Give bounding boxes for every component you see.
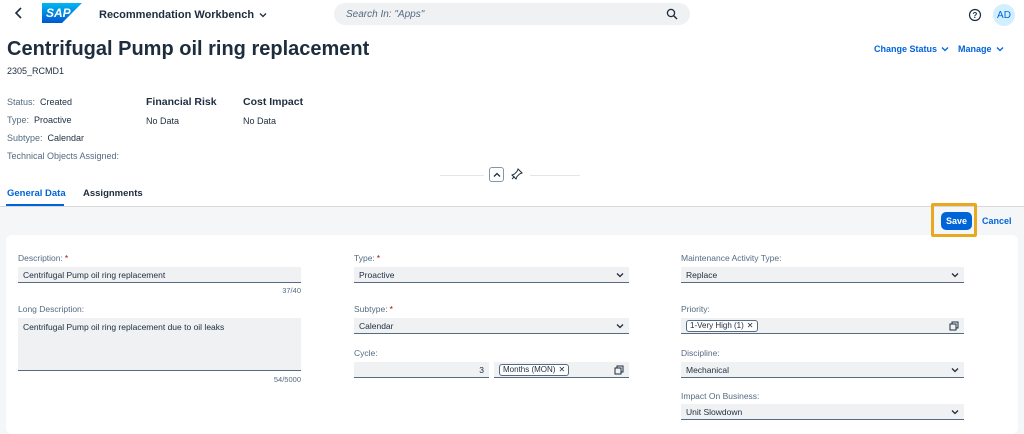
shell-bar: SAP Recommendation Workbench Search In: …	[0, 0, 1024, 31]
manage-button[interactable]: Manage	[958, 44, 1004, 54]
status-label: Status:	[7, 97, 36, 107]
long-description-value: Centrifugal Pump oil ring replacement du…	[23, 322, 225, 332]
discipline-select[interactable]: Mechanical	[681, 362, 964, 378]
subtype-select-value: Calendar	[359, 320, 394, 331]
cycle-unit-token-label: Months (MON)	[503, 365, 556, 374]
pin-icon	[510, 167, 523, 180]
long-description-label: Long Description:	[18, 304, 85, 314]
save-button[interactable]: Save	[941, 212, 972, 230]
long-description-counter: 54/5000	[273, 375, 301, 384]
chevron-down-icon[interactable]	[616, 322, 624, 330]
type-select[interactable]: Proactive	[354, 267, 629, 283]
long-description-field[interactable]: Centrifugal Pump oil ring replacement du…	[18, 318, 301, 371]
cycle-value: 3	[479, 364, 484, 375]
logo-text: SAP	[46, 6, 71, 20]
chevron-down-icon	[259, 13, 267, 18]
value-help-icon[interactable]	[614, 365, 624, 375]
type-field-label: Type: *	[354, 253, 381, 263]
chevron-down-icon	[941, 47, 949, 52]
cycle-unit-input[interactable]: Months (MON) ✕	[494, 362, 629, 378]
app-title: Recommendation Workbench	[99, 9, 255, 21]
financial-risk-title: Financial Risk	[146, 96, 217, 108]
tech-objects-attribute: Technical Objects Assigned:	[7, 151, 124, 161]
discipline-label: Discipline:	[681, 348, 720, 358]
chevron-down-icon[interactable]	[951, 366, 959, 374]
chevron-down-icon[interactable]	[951, 271, 959, 279]
divider	[440, 175, 484, 176]
priority-input[interactable]: 1-Very High (1) ✕	[681, 318, 964, 334]
token-close-icon[interactable]: ✕	[558, 365, 565, 374]
type-select-value: Proactive	[359, 269, 395, 280]
maintenance-activity-type-label: Maintenance Activity Type:	[681, 253, 782, 263]
manage-label: Manage	[958, 44, 992, 54]
change-status-label: Change Status	[874, 44, 938, 54]
priority-token[interactable]: 1-Very High (1) ✕	[686, 319, 758, 332]
maintenance-activity-type-value: Replace	[686, 269, 718, 280]
description-counter: 37/40	[282, 286, 301, 295]
token-close-icon[interactable]: ✕	[747, 321, 754, 330]
collapse-header-button[interactable]	[489, 167, 504, 182]
maintenance-activity-type-select[interactable]: Replace	[681, 267, 964, 283]
pin-header-button[interactable]	[509, 166, 524, 181]
cycle-value-input[interactable]: 3	[354, 362, 489, 378]
subtype-select[interactable]: Calendar	[354, 318, 629, 334]
cost-impact-value: No Data	[243, 116, 277, 126]
search-input[interactable]: Search In: "Apps"	[346, 9, 666, 20]
value-help-icon[interactable]	[949, 321, 959, 331]
description-label: Description: *	[18, 253, 69, 263]
change-status-button[interactable]: Change Status	[874, 44, 949, 54]
cancel-button[interactable]: Cancel	[982, 216, 1012, 226]
chevron-up-icon	[493, 172, 500, 177]
subtype-field-label: Subtype: *	[354, 304, 393, 314]
chevron-down-icon[interactable]	[616, 271, 624, 279]
tech-objects-label: Technical Objects Assigned:	[7, 151, 120, 161]
help-icon[interactable]: ?	[968, 8, 982, 27]
description-value: Centrifugal Pump oil ring replacement	[23, 269, 166, 280]
status-attribute: Status: Created	[7, 97, 72, 107]
search-field[interactable]: Search In: "Apps"	[334, 3, 690, 25]
impact-on-business-select[interactable]: Unit Slowdown	[681, 404, 964, 420]
chevron-down-icon	[996, 47, 1003, 52]
chevron-down-icon[interactable]	[951, 408, 959, 416]
priority-token-label: 1-Very High (1)	[690, 321, 744, 330]
tab-assignments[interactable]: Assignments	[83, 188, 143, 199]
avatar[interactable]: AD	[993, 4, 1015, 26]
discipline-value: Mechanical	[686, 364, 729, 375]
tab-general-data[interactable]: General Data	[7, 188, 66, 199]
divider	[530, 175, 580, 176]
cost-impact-title: Cost Impact	[243, 96, 304, 108]
back-icon[interactable]	[14, 6, 24, 23]
subtype-attribute: Subtype: Calendar	[7, 133, 84, 143]
page-subtitle: 2305_RCMD1	[7, 66, 65, 76]
type-label: Type:	[7, 115, 30, 125]
page-title: Centrifugal Pump oil ring replacement	[7, 38, 370, 60]
type-value: Proactive	[34, 115, 72, 125]
description-field[interactable]: Centrifugal Pump oil ring replacement	[18, 267, 301, 283]
subtype-value: Calendar	[47, 133, 85, 143]
type-attribute: Type: Proactive	[7, 115, 72, 125]
cycle-unit-token[interactable]: Months (MON) ✕	[499, 363, 570, 376]
financial-risk-value: No Data	[146, 116, 180, 126]
priority-label: Priority:	[681, 304, 710, 314]
subtype-label: Subtype:	[7, 133, 43, 143]
impact-on-business-label: Impact On Business:	[681, 391, 760, 401]
svg-text:?: ?	[973, 11, 978, 20]
sap-logo[interactable]: SAP	[42, 3, 82, 23]
app-title-menu[interactable]: Recommendation Workbench	[99, 9, 267, 21]
impact-on-business-value: Unit Slowdown	[686, 406, 743, 417]
search-icon[interactable]	[666, 8, 678, 20]
status-value: Created	[40, 97, 73, 107]
cycle-label: Cycle:	[354, 348, 378, 358]
